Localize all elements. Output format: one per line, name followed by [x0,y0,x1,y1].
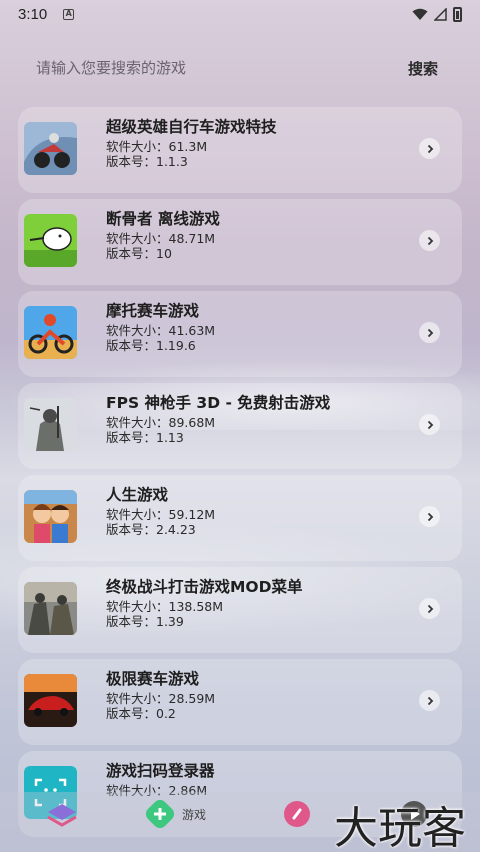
chevron-right-icon[interactable] [419,598,440,619]
game-list: 超级英雄自行车游戏特技 软件大小：61.3M 版本号：1.1.3 断骨者 离线游… [18,107,462,843]
game-title: 超级英雄自行车游戏特技 [106,118,277,136]
gamepad-icon [146,800,174,828]
game-title: 极限赛车游戏 [106,670,200,688]
game-title: 断骨者 离线游戏 [106,210,220,228]
game-icon-soldiers [24,582,77,635]
game-title: 终极战斗打击游戏MOD菜单 [106,578,303,596]
game-title: 人生游戏 [106,486,169,504]
game-icon-bike-stunt [24,122,77,175]
nav-discover[interactable] [283,800,311,828]
game-version: 版本号：2.4.23 [106,522,196,537]
nav-games[interactable]: 游戏 [146,800,206,828]
chevron-right-icon[interactable] [419,414,440,435]
game-list-item[interactable]: 摩托赛车游戏 软件大小：41.63M 版本号：1.19.6 [18,291,462,377]
battery-icon [453,6,462,22]
chevron-right-icon[interactable] [419,230,440,251]
status-time: 3:10 [18,5,48,23]
chevron-right-icon[interactable] [419,506,440,527]
search-input[interactable] [18,46,384,90]
game-list-item[interactable]: FPS 神枪手 3D - 免费射击游戏 软件大小：89.68M 版本号：1.13 [18,383,462,469]
game-version: 版本号：0.2 [106,706,176,721]
game-title: FPS 神枪手 3D - 免费射击游戏 [106,394,331,412]
game-version: 版本号：1.13 [106,430,184,445]
game-version: 版本号：1.19.6 [106,338,196,353]
game-list-item[interactable]: 人生游戏 软件大小：59.12M 版本号：2.4.23 [18,475,462,561]
game-icon-sniper [24,398,77,451]
game-version: 版本号：1.39 [106,614,184,629]
game-icon-moto [24,306,77,359]
game-title: 摩托赛车游戏 [106,302,200,320]
game-icon-race-car [24,674,77,727]
chevron-right-icon[interactable] [419,690,440,711]
game-version: 版本号：10 [106,246,172,261]
watermark: 大玩客 [334,803,466,852]
nav-games-label: 游戏 [182,807,207,822]
nav-home[interactable] [46,800,78,830]
game-version: 版本号：1.1.3 [106,154,188,169]
signal-icon [434,7,447,21]
status-icons [412,6,462,22]
game-icon-life [24,490,77,543]
game-list-item[interactable]: 超级英雄自行车游戏特技 软件大小：61.3M 版本号：1.1.3 [18,107,462,193]
notification-icon: A [63,8,75,20]
game-list-item[interactable]: 极限赛车游戏 软件大小：28.59M 版本号：0.2 [18,659,462,745]
chevron-right-icon[interactable] [419,322,440,343]
game-list-item[interactable]: 终极战斗打击游戏MOD菜单 软件大小：138.58M 版本号：1.39 [18,567,462,653]
chevron-right-icon[interactable] [419,138,440,159]
game-icon-stickman [24,214,77,267]
game-title: 游戏扫码登录器 [106,762,215,780]
layers-icon [47,804,77,827]
search-button[interactable]: 搜索 [384,58,462,79]
status-bar: 3:10 A [0,0,480,28]
game-list-item[interactable]: 断骨者 离线游戏 软件大小：48.71M 版本号：10 [18,199,462,285]
search-bar: 搜索 [18,44,462,92]
wifi-icon [412,8,428,20]
link-icon [284,801,310,827]
